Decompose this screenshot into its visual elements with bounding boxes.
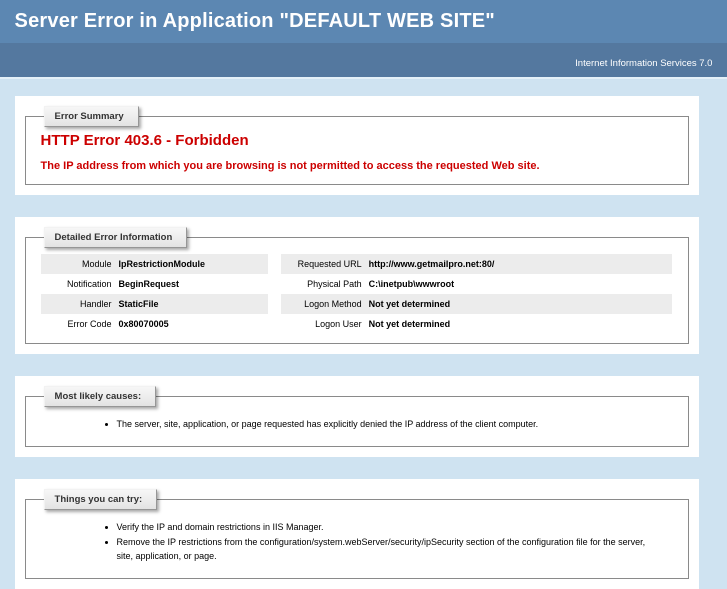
- detail-label: Physical Path: [307, 279, 362, 289]
- detailed-error-container: Detailed Error Information Module IpRest…: [14, 217, 699, 354]
- list-item: Verify the IP and domain restrictions in…: [117, 520, 673, 534]
- detail-value: BeginRequest: [118, 279, 180, 289]
- detailed-error-legend: Detailed Error Information: [43, 227, 188, 248]
- table-row: Handler StaticFile: [40, 294, 269, 314]
- detail-label: Module: [82, 259, 112, 269]
- list-item: The server, site, application, or page r…: [117, 417, 673, 431]
- table-row: Notification BeginRequest: [41, 274, 269, 294]
- details-right-panel: Requested URL http://www.getmailpro.net:…: [280, 254, 673, 334]
- error-description: The IP address from which you are browsi…: [40, 160, 540, 172]
- detail-label: Handler: [80, 299, 112, 309]
- detail-label: Logon User: [315, 319, 362, 329]
- table-row: Module IpRestrictionModule: [40, 254, 269, 274]
- details-left-table: Module IpRestrictionModule Notification …: [40, 254, 269, 334]
- things-to-try-legend: Things you can try:: [43, 489, 158, 510]
- content-area: Error Summary HTTP Error 403.6 - Forbidd…: [14, 96, 727, 589]
- table-row: Requested URL http://www.getmailpro.net:…: [280, 254, 673, 274]
- page-header: Server Error in Application "DEFAULT WEB…: [0, 0, 727, 43]
- error-summary-container: Error Summary HTTP Error 403.6 - Forbidd…: [14, 96, 699, 195]
- error-title: HTTP Error 403.6 - Forbidden: [40, 132, 249, 149]
- detail-value: http://www.getmailpro.net:80/: [368, 259, 495, 269]
- error-summary-fieldset: Error Summary HTTP Error 403.6 - Forbidd…: [24, 106, 689, 185]
- server-version-text: Internet Information Services 7.0: [575, 58, 713, 69]
- page-title: Server Error in Application "DEFAULT WEB…: [14, 10, 495, 32]
- detailed-error-fieldset: Detailed Error Information Module IpRest…: [24, 227, 689, 344]
- details-left-panel: Module IpRestrictionModule Notification …: [40, 254, 269, 334]
- things-to-try-fieldset: Things you can try: Verify the IP and do…: [24, 489, 689, 579]
- detail-value: StaticFile: [118, 299, 159, 309]
- detail-value: C:\inetpub\wwwroot: [368, 279, 455, 289]
- detail-label: Error Code: [67, 319, 112, 329]
- detail-value: Not yet determined: [368, 299, 451, 309]
- detail-label: Requested URL: [297, 259, 362, 269]
- detail-value: 0x80070005: [118, 319, 169, 329]
- list-item: Remove the IP restrictions from the conf…: [117, 535, 673, 563]
- things-to-try-container: Things you can try: Verify the IP and do…: [14, 479, 699, 589]
- likely-causes-fieldset: Most likely causes: The server, site, ap…: [24, 386, 689, 447]
- things-to-try-list: Verify the IP and domain restrictions in…: [41, 520, 673, 563]
- table-row: Error Code 0x80070005: [41, 314, 269, 334]
- detail-label: Notification: [67, 279, 112, 289]
- detail-value: Not yet determined: [368, 319, 451, 329]
- likely-causes-list: The server, site, application, or page r…: [41, 417, 673, 431]
- detail-value: IpRestrictionModule: [118, 259, 206, 269]
- table-row: Logon Method Not yet determined: [280, 294, 673, 314]
- detailed-error-tables: Module IpRestrictionModule Notification …: [40, 254, 673, 334]
- error-summary-legend: Error Summary: [43, 106, 139, 127]
- detail-label: Logon Method: [304, 299, 362, 309]
- server-version-bar: Internet Information Services 7.0: [0, 43, 727, 79]
- details-right-table: Requested URL http://www.getmailpro.net:…: [280, 254, 673, 334]
- table-row: Physical Path C:\inetpub\wwwroot: [281, 274, 673, 294]
- likely-causes-legend: Most likely causes:: [43, 386, 157, 407]
- likely-causes-container: Most likely causes: The server, site, ap…: [14, 376, 699, 457]
- table-row: Logon User Not yet determined: [281, 314, 673, 334]
